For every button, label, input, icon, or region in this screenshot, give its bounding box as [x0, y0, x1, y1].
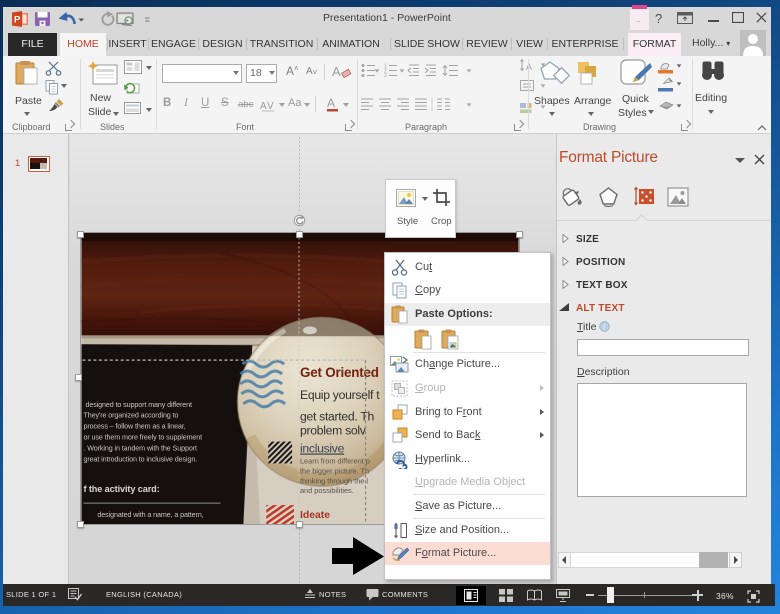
- svg-text:and possibilities.: and possibilities.: [300, 486, 354, 495]
- svg-text:Ideate: Ideate: [300, 510, 330, 521]
- svg-text:A: A: [332, 64, 341, 79]
- svg-text:designed to support many diffe: designed to support many different: [85, 401, 192, 409]
- svg-text:inclusive: inclusive: [300, 441, 345, 455]
- svg-text:thinking through the l: thinking through the l: [300, 476, 368, 485]
- svg-text:A: A: [526, 62, 532, 72]
- svg-text:Equip yourself t: Equip yourself t: [300, 388, 380, 402]
- svg-text:f the activity card:: f the activity card:: [83, 484, 159, 494]
- svg-text:i: i: [603, 323, 605, 332]
- svg-text:problem solv: problem solv: [300, 424, 367, 438]
- svg-text:. Working in tandem with the S: . Working in tandem with the Support: [83, 445, 196, 453]
- svg-text:A: A: [260, 101, 267, 112]
- svg-text:the bigger picture. Th: the bigger picture. Th: [300, 466, 369, 475]
- svg-text:3: 3: [384, 73, 387, 77]
- svg-text:great introduction to inclusiv: great introduction to inclusive design.: [83, 455, 197, 463]
- svg-text:or use them more freely to sup: or use them more freely to supplement: [83, 434, 202, 442]
- svg-text:designated with a name, a patt: designated with a name, a pattern,: [97, 511, 203, 519]
- svg-text:process – follow them as a lin: process – follow them as a linear,: [83, 423, 185, 431]
- svg-text:V: V: [267, 101, 274, 112]
- svg-text:get started. Th: get started. Th: [300, 410, 374, 424]
- svg-text:They're organized according to: They're organized according to: [83, 412, 178, 420]
- svg-text:Get Oriented: Get Oriented: [300, 365, 379, 380]
- svg-text:Learn from different p: Learn from different p: [300, 456, 370, 465]
- svg-text:P: P: [14, 15, 21, 26]
- svg-text:A: A: [327, 96, 335, 110]
